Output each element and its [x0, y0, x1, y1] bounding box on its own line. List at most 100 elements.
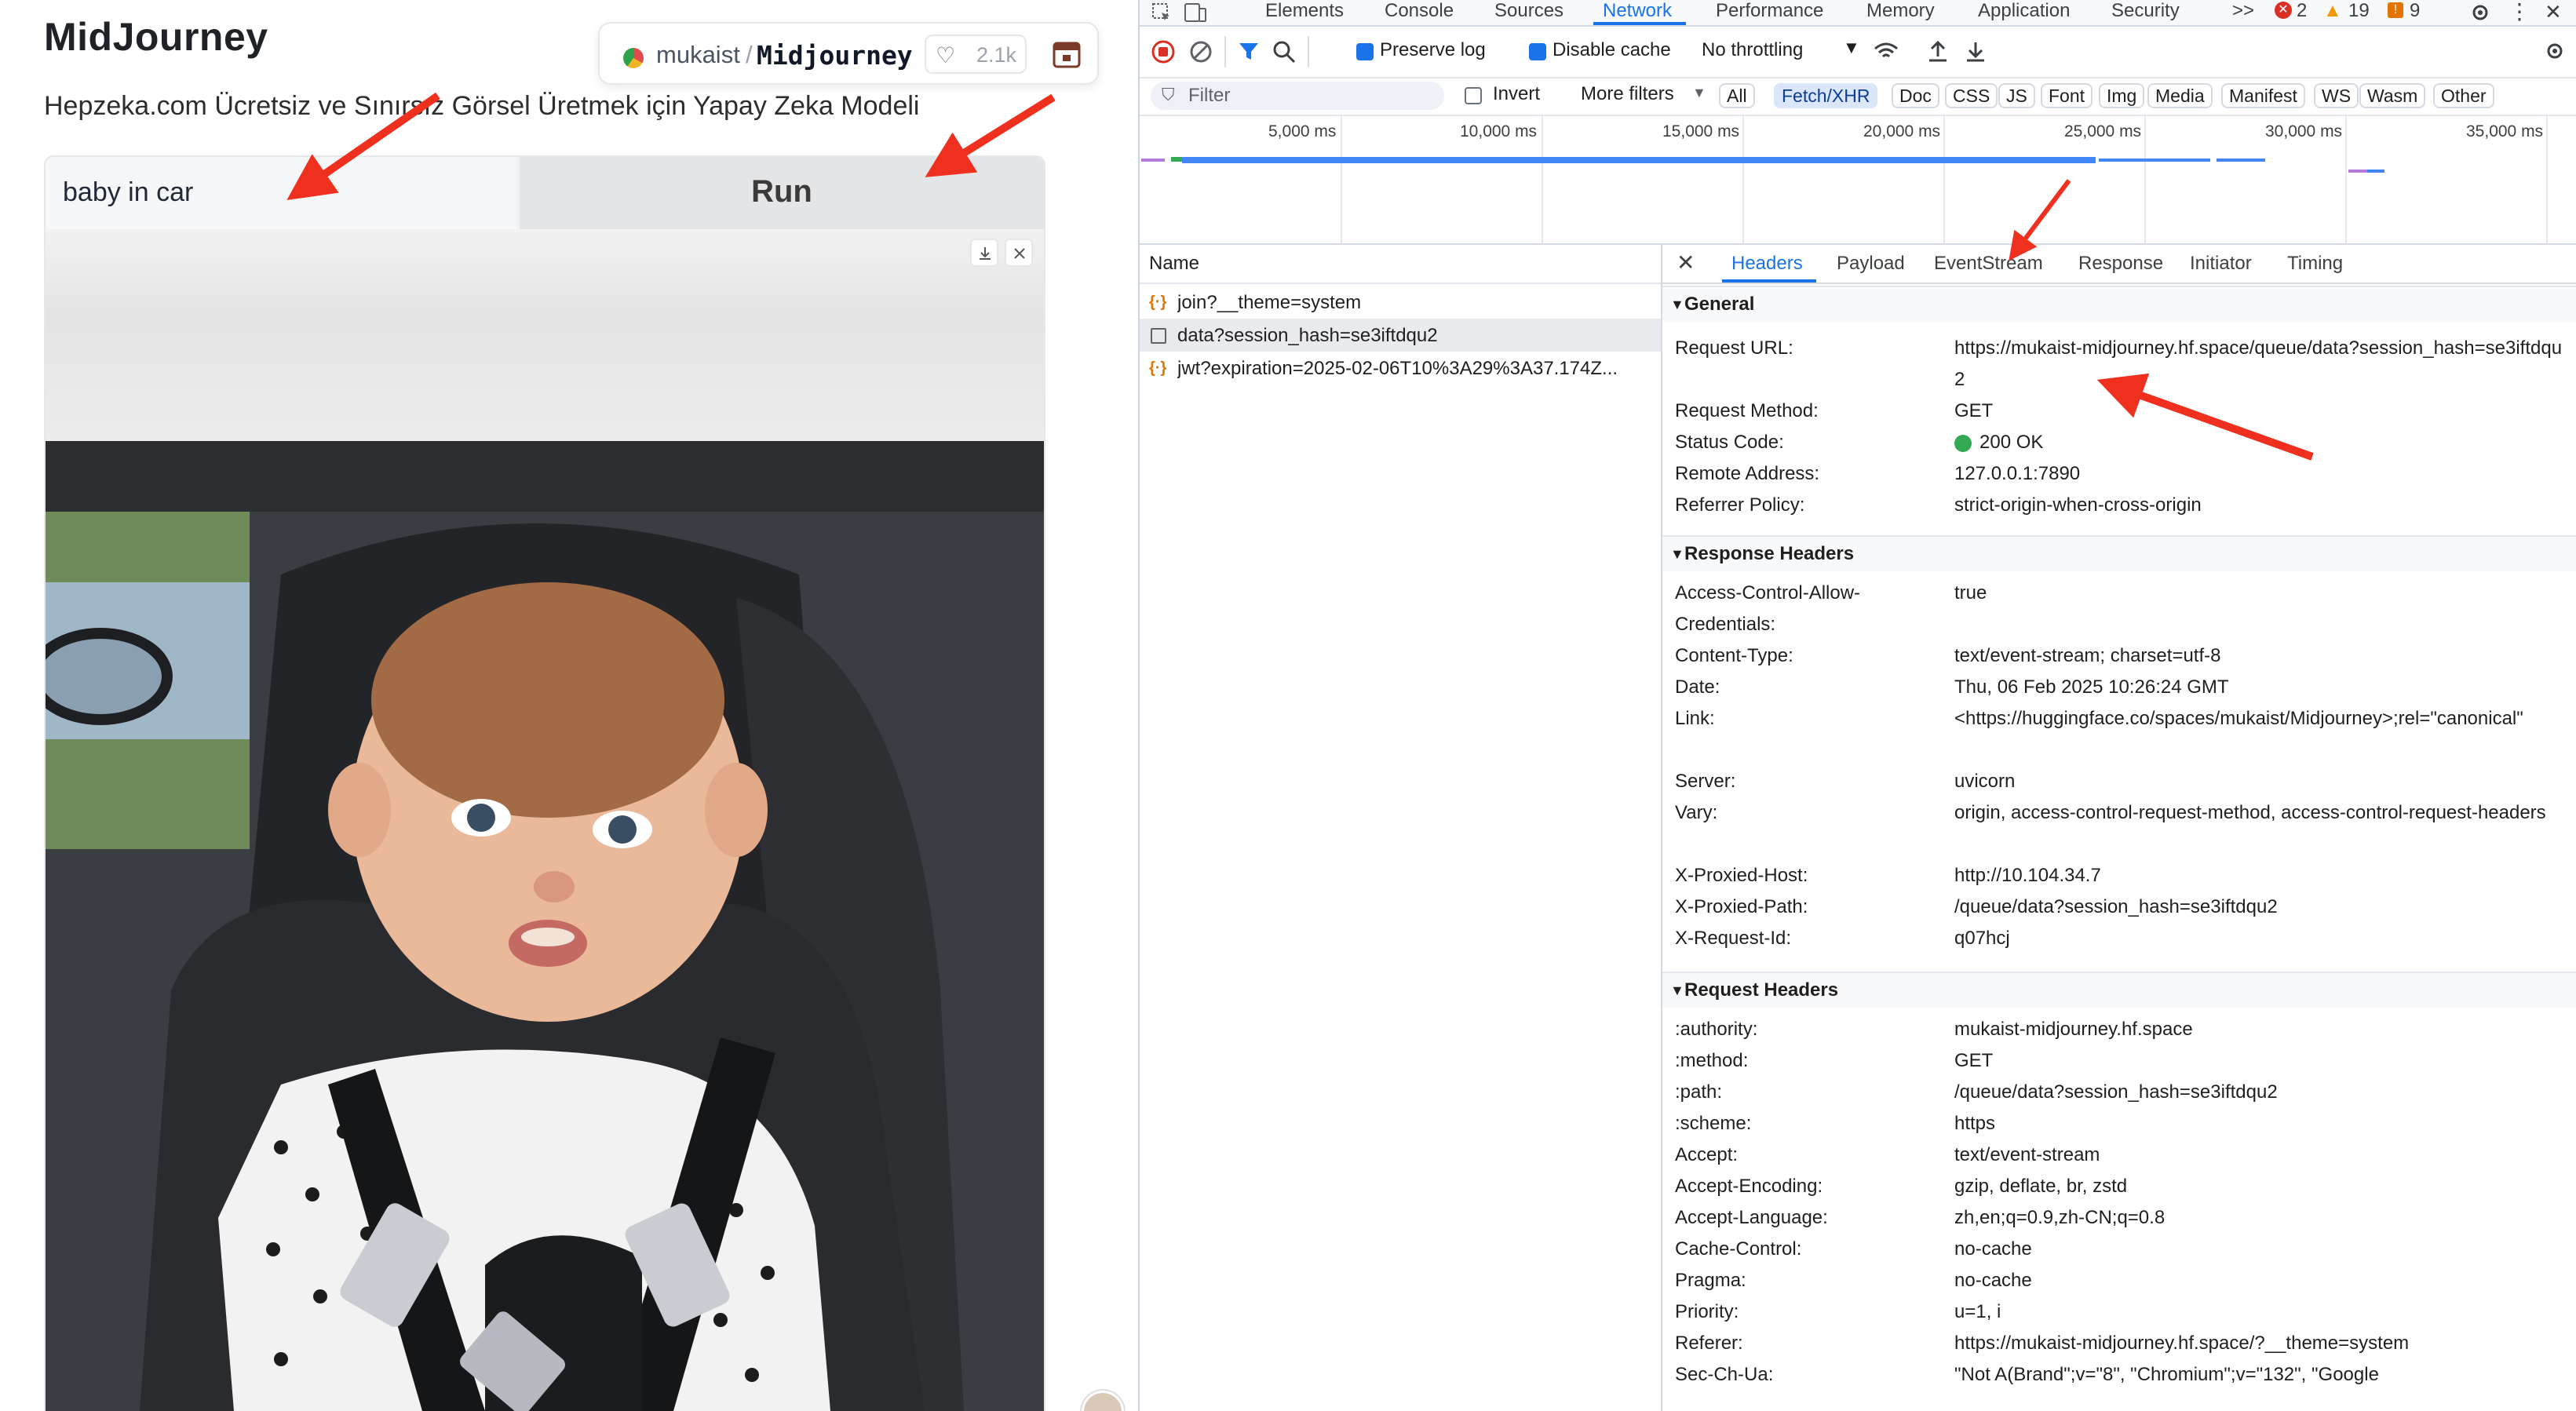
- filter-chip-other[interactable]: Other: [2433, 83, 2494, 108]
- clear-icon[interactable]: [1188, 39, 1213, 64]
- tab-sources[interactable]: Sources: [1494, 0, 1563, 22]
- header-value[interactable]: https://mukaist-midjourney.hf.space/?__t…: [1954, 1328, 2567, 1359]
- space-repo-name[interactable]: Midjourney: [757, 40, 913, 71]
- invert-checkbox[interactable]: [1465, 87, 1482, 104]
- tab-payload[interactable]: Payload: [1837, 253, 1905, 275]
- chevron-down-icon[interactable]: ▼: [1843, 38, 1860, 58]
- filter-chip-ws[interactable]: WS: [2314, 83, 2359, 108]
- section-response-headers-header[interactable]: ▼ Response Headers: [1662, 535, 2576, 571]
- network-timeline[interactable]: 5,000 ms 10,000 ms 15,000 ms 20,000 ms 2…: [1140, 116, 2576, 245]
- request-row[interactable]: data?session_hash=se3iftdqu2: [1140, 319, 1661, 352]
- disable-cache-checkbox[interactable]: [1529, 43, 1546, 60]
- request-row[interactable]: {·} jwt?expiration=2025-02-06T10%3A29%3A…: [1140, 352, 1661, 385]
- disable-cache-label[interactable]: Disable cache: [1553, 39, 1671, 61]
- preserve-log-label[interactable]: Preserve log: [1380, 39, 1486, 61]
- search-icon[interactable]: [1272, 39, 1297, 64]
- header-value[interactable]: <https://huggingface.co/spaces/mukaist/M…: [1954, 703, 2567, 735]
- prompt-input[interactable]: baby in car: [46, 157, 516, 231]
- filter-chip-css[interactable]: CSS: [1945, 83, 1998, 108]
- header-value[interactable]: gzip, deflate, br, zstd: [1954, 1171, 2567, 1202]
- warning-count[interactable]: 19: [2348, 0, 2370, 22]
- tab-initiator[interactable]: Initiator: [2190, 253, 2252, 275]
- tab-eventstream[interactable]: EventStream: [1934, 253, 2043, 275]
- network-conditions-icon[interactable]: [1873, 39, 1899, 64]
- settings-icon[interactable]: [2543, 39, 2567, 63]
- download-image-icon[interactable]: [970, 239, 998, 267]
- header-value[interactable]: text/event-stream: [1954, 1139, 2567, 1171]
- tab-timing[interactable]: Timing: [2287, 253, 2343, 275]
- close-icon[interactable]: ✕: [2545, 0, 2562, 24]
- filter-chip-js[interactable]: JS: [1998, 83, 2035, 108]
- header-value[interactable]: q07hcj: [1954, 923, 2567, 954]
- tab-console[interactable]: Console: [1385, 0, 1454, 22]
- header-value[interactable]: text/event-stream; charset=utf-8: [1954, 640, 2567, 672]
- header-value[interactable]: http://10.104.34.7: [1954, 860, 2567, 891]
- kebab-menu-icon[interactable]: ⋮: [2508, 0, 2530, 24]
- tab-performance[interactable]: Performance: [1716, 0, 1823, 22]
- request-name[interactable]: data?session_hash=se3iftdqu2: [1177, 325, 1656, 347]
- header-value[interactable]: zh,en;q=0.9,zh-CN;q=0.8: [1954, 1202, 2567, 1234]
- filter-chip-fetch-xhr[interactable]: Fetch/XHR: [1774, 83, 1878, 108]
- upload-icon[interactable]: [1926, 39, 1950, 64]
- header-value[interactable]: 127.0.0.1:7890: [1954, 458, 2567, 490]
- invert-label[interactable]: Invert: [1493, 83, 1540, 105]
- more-tabs-button[interactable]: >>: [2232, 0, 2254, 22]
- header-value[interactable]: u=1, i: [1954, 1296, 2567, 1328]
- prompt-input-value[interactable]: baby in car: [63, 177, 193, 208]
- throttling-select[interactable]: No throttling: [1702, 39, 1803, 61]
- filter-chip-wasm[interactable]: Wasm: [2359, 83, 2426, 108]
- record-stop-icon[interactable]: [1151, 39, 1176, 64]
- header-value[interactable]: true: [1954, 578, 2567, 609]
- filter-chip-media[interactable]: Media: [2147, 83, 2213, 108]
- filter-icon[interactable]: [1237, 39, 1262, 64]
- filter-chip-manifest[interactable]: Manifest: [2221, 83, 2305, 108]
- download-icon[interactable]: [1964, 39, 1987, 64]
- header-value[interactable]: no-cache: [1954, 1265, 2567, 1296]
- request-name[interactable]: jwt?expiration=2025-02-06T10%3A29%3A37.1…: [1177, 358, 1656, 380]
- header-value[interactable]: no-cache: [1954, 1234, 2567, 1265]
- close-icon[interactable]: ✕: [1677, 250, 1695, 275]
- name-column-header[interactable]: Name: [1149, 253, 1199, 275]
- header-value[interactable]: https://mukaist-midjourney.hf.space/queu…: [1954, 333, 2567, 396]
- hf-space-badge[interactable]: mukaist / Midjourney ♡ 2.1k: [598, 22, 1099, 85]
- section-request-headers-header[interactable]: ▼ Request Headers: [1662, 972, 2576, 1008]
- header-value[interactable]: GET: [1954, 1045, 2567, 1077]
- tab-application[interactable]: Application: [1978, 0, 2070, 22]
- like-button[interactable]: ♡ 2.1k: [925, 35, 1027, 74]
- space-owner[interactable]: mukaist: [656, 41, 740, 69]
- filter-chip-doc[interactable]: Doc: [1892, 83, 1939, 108]
- header-value[interactable]: mukaist-midjourney.hf.space: [1954, 1014, 2567, 1045]
- filter-chip-all[interactable]: All: [1719, 83, 1755, 108]
- header-value[interactable]: origin, access-control-request-method, a…: [1954, 797, 2567, 829]
- filter-input[interactable]: ⛉ Filter: [1151, 82, 1444, 110]
- request-row[interactable]: {·} join?__theme=system: [1140, 286, 1661, 319]
- avatar[interactable]: [1082, 1391, 1124, 1411]
- request-name[interactable]: join?__theme=system: [1177, 292, 1656, 314]
- header-value[interactable]: Thu, 06 Feb 2025 10:26:24 GMT: [1954, 672, 2567, 703]
- header-value[interactable]: /queue/data?session_hash=se3iftdqu2: [1954, 891, 2567, 923]
- preserve-log-checkbox[interactable]: [1356, 43, 1374, 60]
- tab-memory[interactable]: Memory: [1866, 0, 1935, 22]
- header-value[interactable]: GET: [1954, 396, 2567, 427]
- info-count[interactable]: 9: [2410, 0, 2420, 22]
- inspect-icon[interactable]: [1151, 2, 1173, 24]
- section-general-header[interactable]: ▼ General: [1662, 286, 2576, 322]
- header-value[interactable]: 200 OK: [1979, 427, 2576, 458]
- settings-icon[interactable]: [2469, 2, 2491, 24]
- tab-headers[interactable]: Headers: [1731, 253, 1803, 275]
- filter-chip-img[interactable]: Img: [2099, 83, 2145, 108]
- more-filters-dropdown[interactable]: More filters: [1581, 83, 1674, 105]
- run-button[interactable]: Run: [520, 157, 1044, 231]
- tab-network[interactable]: Network: [1603, 0, 1672, 22]
- device-toggle-icon[interactable]: [1184, 2, 1207, 24]
- calendar-icon[interactable]: [1050, 38, 1083, 71]
- header-value[interactable]: strict-origin-when-cross-origin: [1954, 490, 2567, 521]
- header-value[interactable]: https: [1954, 1108, 2567, 1139]
- error-count[interactable]: 2: [2297, 0, 2307, 22]
- tab-security[interactable]: Security: [2111, 0, 2180, 22]
- tab-response[interactable]: Response: [2078, 253, 2163, 275]
- close-image-icon[interactable]: [1005, 239, 1033, 267]
- header-value[interactable]: "Not A(Brand";v="8", "Chromium";v="132",…: [1954, 1359, 2567, 1391]
- header-value[interactable]: uvicorn: [1954, 766, 2567, 797]
- header-value[interactable]: /queue/data?session_hash=se3iftdqu2: [1954, 1077, 2567, 1108]
